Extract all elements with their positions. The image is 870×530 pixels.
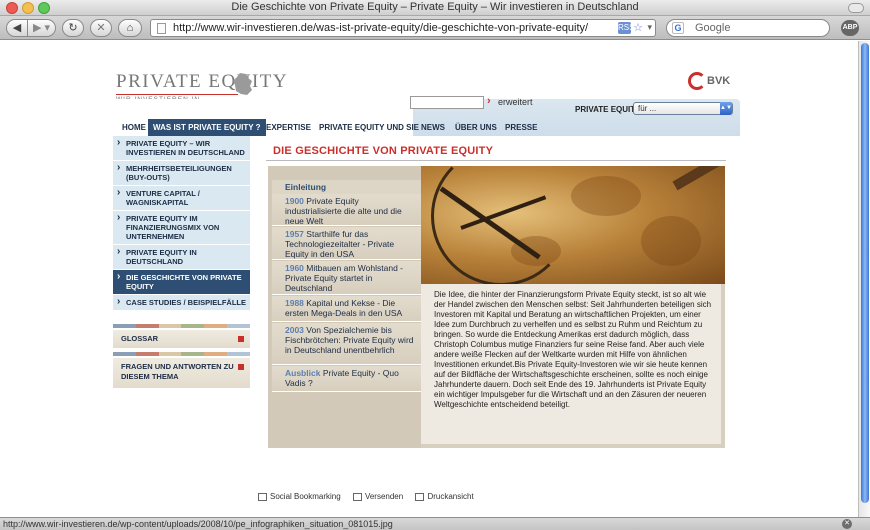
title-divider	[266, 160, 726, 161]
print-view-link[interactable]: Druckansicht	[427, 492, 473, 501]
bvk-logo[interactable]: BVK	[688, 72, 730, 90]
forward-arrow-icon: ▶ ▾	[32, 22, 51, 34]
hero-image	[421, 166, 725, 284]
map-continent-shape	[571, 176, 641, 216]
sidebar-item-venture-capital[interactable]: VENTURE CAPITAL / WAGNISKAPITAL	[113, 186, 250, 211]
address-bar[interactable]: http://www.wir-investieren.de/was-ist-pr…	[150, 19, 656, 37]
address-url[interactable]: http://www.wir-investieren.de/was-ist-pr…	[173, 22, 588, 34]
back-arrow-icon: ◀	[12, 22, 22, 34]
sidebar-item-pe-in-deutschland[interactable]: PRIVATE EQUITY IN DEUTSCHLAND	[113, 245, 250, 270]
vertical-scrollbar[interactable]	[858, 41, 870, 517]
reload-button[interactable]: ↻	[62, 19, 84, 37]
timeline-year: 1957	[285, 229, 304, 239]
germany-map-icon	[233, 73, 252, 95]
corner-arrow-icon	[238, 336, 244, 342]
toolbar-toggle-button[interactable]	[848, 3, 864, 13]
rss-icon[interactable]: RSS	[618, 22, 634, 34]
nav-expertise[interactable]: EXPERTISE	[266, 119, 311, 136]
stop-icon: ✕	[96, 22, 106, 34]
faq-strip	[113, 352, 250, 356]
nav-private-equity-und-sie[interactable]: PRIVATE EQUITY UND SIE	[319, 119, 419, 136]
logo-title: PRIVATE EQUITY	[116, 71, 289, 92]
timeline-item-1988[interactable]: 1988 Kapital und Kekse - Die ersten Mega…	[272, 296, 421, 322]
search-go-icon[interactable]: ›	[487, 95, 491, 107]
sidebar-item-buy-outs[interactable]: MEHRHEITSBETEILIGUNGEN (BUY-OUTS)	[113, 161, 250, 186]
faq-label: FRAGEN UND ANTWORTEN ZU DIESEM THEMA	[121, 362, 234, 381]
bvk-ring-icon	[688, 72, 706, 90]
timeline-year: 1900	[285, 196, 304, 206]
timeline-item-ausblick[interactable]: Ausblick Private Equity - Quo Vadis ?	[272, 366, 421, 392]
status-bar: http://www.wir-investieren.de/wp-content…	[0, 517, 870, 530]
faq-box[interactable]: FRAGEN UND ANTWORTEN ZU DIESEM THEMA	[113, 358, 250, 388]
reload-icon: ↻	[68, 22, 78, 34]
nav-news[interactable]: NEWS	[421, 119, 445, 136]
timeline-item-1957[interactable]: 1957 Starthilfe fur das Technologiezeita…	[272, 227, 421, 260]
forward-button[interactable]: ▶ ▾	[28, 19, 56, 37]
nav-was-ist-private-equity[interactable]: WAS IST PRIVATE EQUITY ?	[148, 119, 266, 136]
timeline-year: 2003	[285, 325, 304, 335]
timeline-intro[interactable]: Einleitung	[272, 180, 421, 195]
page-title: DIE GESCHICHTE VON PRIVATE EQUITY	[273, 145, 494, 157]
map-continent-shape	[641, 216, 701, 266]
sidebar: PRIVATE EQUITY – WIR INVESTIEREN IN DEUT…	[113, 136, 250, 311]
bvk-label: BVK	[707, 75, 731, 87]
footer-links: Social Bookmarking Versenden Druckansich…	[258, 492, 484, 501]
chevron-down-icon[interactable]: ▾	[647, 22, 652, 33]
color-strip	[113, 324, 250, 328]
timeline-text: Von Spezialchemie bis Fischbrötchen: Pri…	[285, 325, 414, 355]
select-arrows-icon: ▲▼	[720, 102, 732, 115]
sextant-arc	[431, 166, 571, 284]
extended-search-link[interactable]: erweitert	[498, 97, 533, 107]
corner-arrow-icon	[238, 364, 244, 370]
timeline-item-1900[interactable]: 1900 Private Equity industrialisierte di…	[272, 194, 421, 226]
page-icon	[157, 23, 166, 34]
nav-presse[interactable]: PRESSE	[505, 119, 537, 136]
page-content: PRIVATE EQUITY WIR INVESTIEREN IN DEUTSC…	[0, 41, 858, 517]
social-bookmarking-link[interactable]: Social Bookmarking	[270, 492, 341, 501]
back-button[interactable]: ◀	[6, 19, 28, 37]
color-strip	[113, 352, 250, 356]
pe-filter-select[interactable]: für ... ▲▼	[633, 102, 733, 115]
timeline-item-1960[interactable]: 1960 Mitbauen am Wohlstand - Private Equ…	[272, 261, 421, 295]
send-link[interactable]: Versenden	[365, 492, 403, 501]
adblock-button[interactable]: ABP	[841, 20, 859, 36]
scrollbar-thumb[interactable]	[861, 43, 869, 503]
stop-button[interactable]: ✕	[90, 19, 112, 37]
google-icon[interactable]: G	[672, 22, 684, 34]
timeline-intro-label: Einleitung	[285, 182, 327, 192]
site-search-input[interactable]	[410, 96, 484, 109]
status-text: http://www.wir-investieren.de/wp-content…	[3, 519, 393, 529]
glossar-box[interactable]: GLOSSAR	[113, 330, 250, 348]
bookmark-icon	[258, 492, 267, 501]
telescope-shape	[672, 166, 725, 191]
timeline-year: 1960	[285, 263, 304, 273]
main-navigation: HOME WAS IST PRIVATE EQUITY ? EXPERTISE …	[113, 119, 740, 136]
search-placeholder: Google	[695, 22, 731, 34]
window-titlebar: Die Geschichte von Private Equity – Priv…	[0, 0, 870, 16]
glossar-label: GLOSSAR	[121, 334, 159, 343]
pe-filter-value: für ...	[638, 104, 657, 113]
sidebar-item-wir-investieren[interactable]: PRIVATE EQUITY – WIR INVESTIEREN IN DEUT…	[113, 136, 250, 161]
home-icon: ⌂	[126, 22, 134, 34]
intro-text: Die Idee, die hinter der Finanzierungsfo…	[434, 290, 712, 409]
bookmark-star-icon[interactable]: ☆	[633, 21, 643, 34]
home-button[interactable]: ⌂	[118, 19, 142, 37]
sidebar-item-geschichte[interactable]: DIE GESCHICHTE VON PRIVATE EQUITY	[113, 270, 250, 295]
status-close-icon[interactable]: ✕	[842, 519, 852, 529]
glossar-strip	[113, 324, 250, 328]
sidebar-item-finanzierungsmix[interactable]: PRIVATE EQUITY IM FINANZIERUNGSMIX VON U…	[113, 211, 250, 245]
nav-ueber-uns[interactable]: ÜBER UNS	[455, 119, 497, 136]
window-title: Die Geschichte von Private Equity – Priv…	[231, 1, 639, 13]
search-input[interactable]: G Google	[666, 19, 830, 37]
timeline-item-2003[interactable]: 2003 Von Spezialchemie bis Fischbrötchen…	[272, 323, 421, 365]
timeline-year: 1988	[285, 298, 304, 308]
nav-home[interactable]: HOME	[122, 119, 146, 136]
sidebar-item-case-studies[interactable]: CASE STUDIES / BEISPIELFÄLLE	[113, 295, 250, 311]
browser-toolbar: ◀ ▶ ▾ ↻ ✕ ⌂ http://www.wir-investieren.d…	[0, 16, 870, 40]
mail-icon	[352, 492, 362, 501]
print-icon	[415, 492, 425, 501]
timeline-year: Ausblick	[285, 368, 321, 378]
